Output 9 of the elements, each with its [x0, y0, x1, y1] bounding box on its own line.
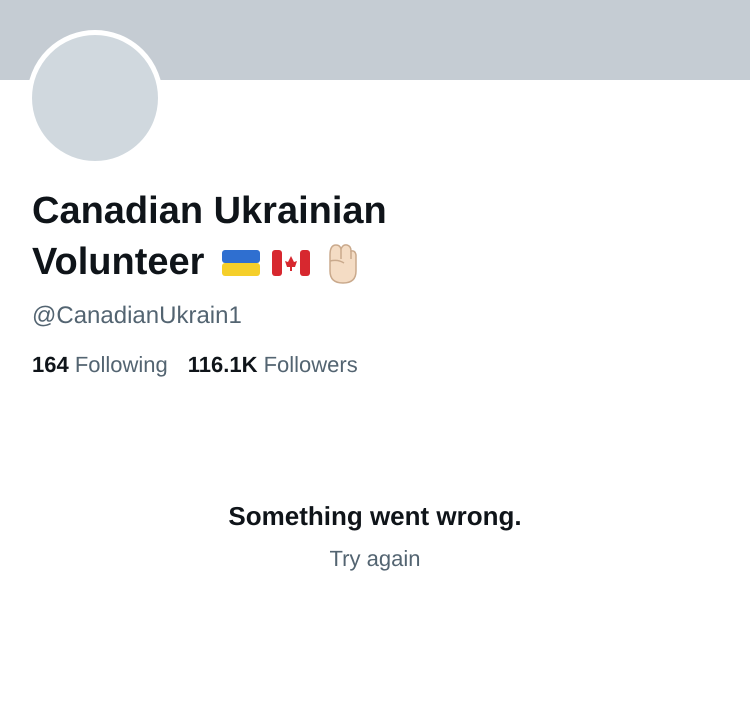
error-message: Something went wrong. [228, 500, 522, 533]
try-again-link[interactable]: Try again [330, 542, 420, 575]
flag-icon [222, 250, 260, 276]
flag-icon [272, 250, 310, 276]
display-name: Volunteer [32, 240, 204, 285]
profile-handle: @CanadianUkrain1 [32, 301, 243, 331]
stat-link[interactable]: 116.1K Followers [188, 348, 358, 381]
display-name: Canadian Ukrainian [32, 189, 387, 234]
stat-link[interactable]: 164 Following [32, 348, 168, 381]
